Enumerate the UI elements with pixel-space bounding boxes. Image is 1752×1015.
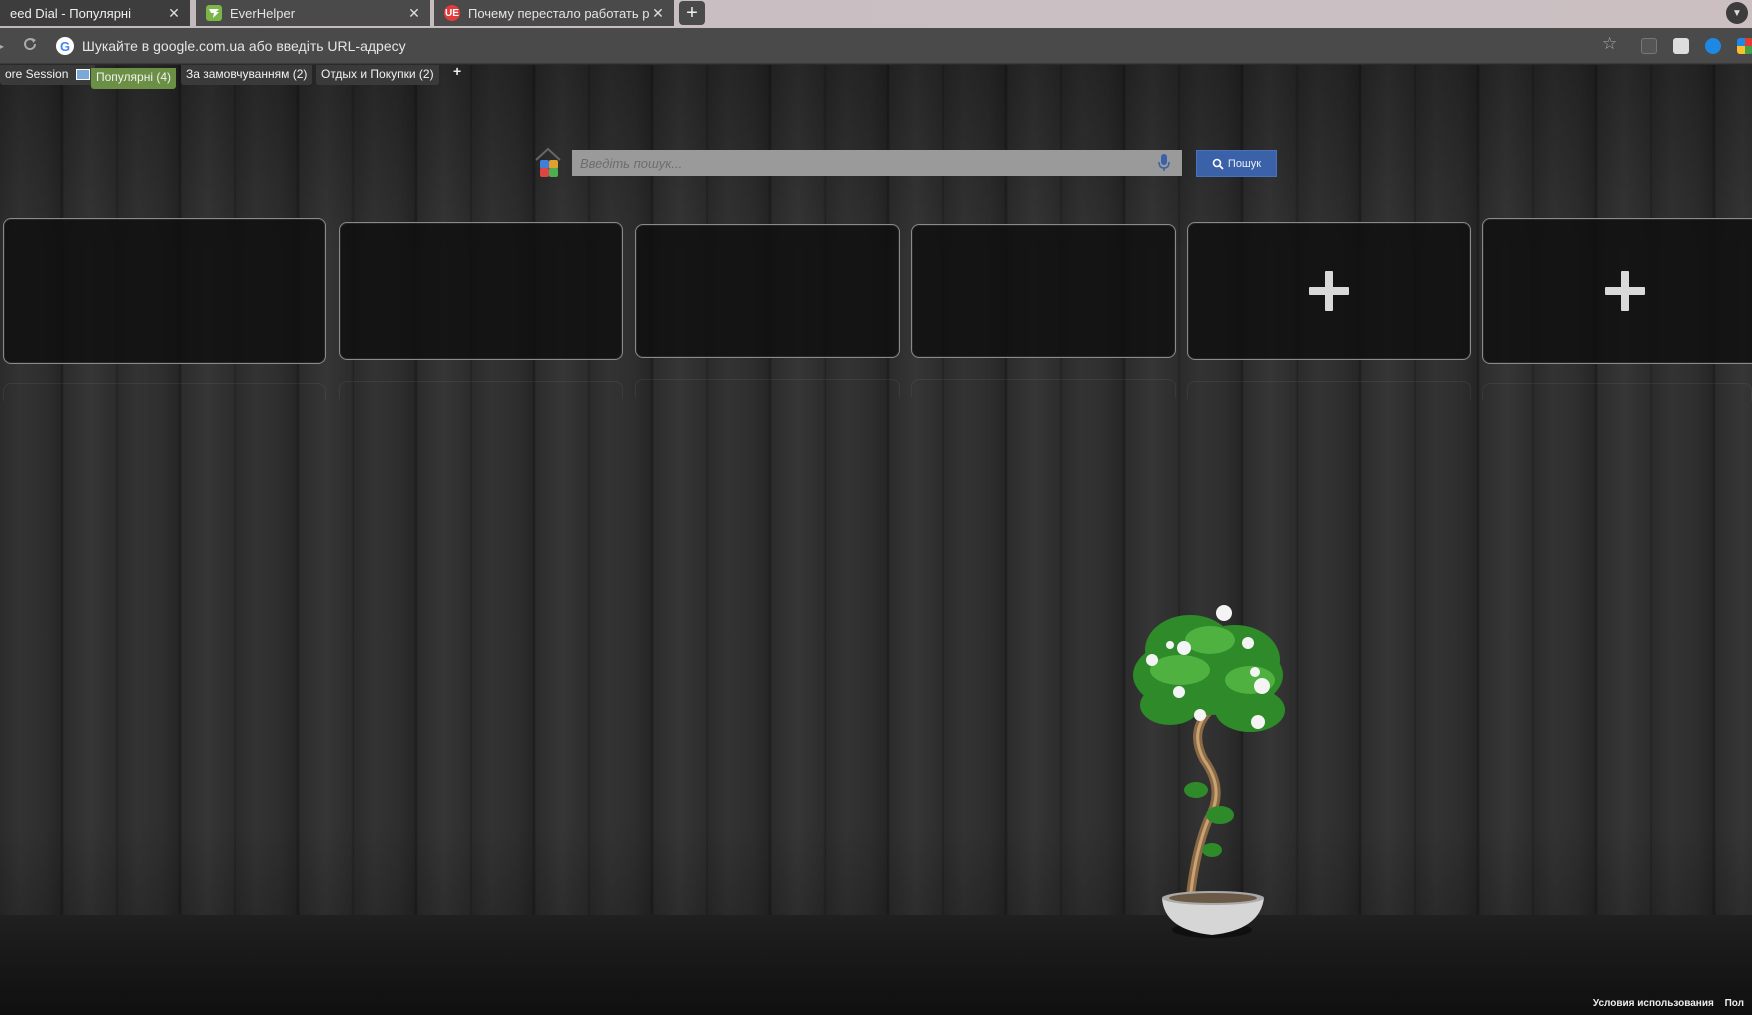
search-icon xyxy=(1212,158,1224,170)
bookmark-star-icon[interactable]: ☆ xyxy=(1602,34,1617,54)
speed-dial-page: ore Session Популярні (4) За замовчуванн… xyxy=(0,65,1752,1015)
group-tab-default[interactable]: За замовчуванням (2) xyxy=(181,65,313,85)
terms-link[interactable]: Условия использования xyxy=(1593,998,1714,1009)
tab-speed-dial[interactable]: eed Dial - Популярні ✕ xyxy=(0,0,190,26)
tab-article[interactable]: UE Почему перестало работать ра ✕ xyxy=(434,0,674,26)
extension-icon[interactable] xyxy=(1641,38,1657,54)
plus-icon xyxy=(1602,268,1648,314)
dial-reflection xyxy=(911,379,1176,397)
floor xyxy=(0,915,1752,1015)
dial-reflection xyxy=(635,379,900,397)
tab-title: Почему перестало работать ра xyxy=(468,5,650,21)
dial-slot[interactable] xyxy=(635,224,900,358)
bonsai-plant-image xyxy=(1133,605,1285,938)
group-label: ore Session xyxy=(5,67,69,81)
reload-icon[interactable] xyxy=(22,36,38,57)
new-tab-button[interactable]: + xyxy=(679,1,705,25)
omnibox-placeholder: Шукайте в google.com.ua або введіть URL-… xyxy=(82,38,406,54)
tab-everhelper[interactable]: EverHelper ✕ xyxy=(196,0,430,26)
group-tab-restore-session[interactable]: ore Session xyxy=(0,65,95,85)
tab-title: EverHelper xyxy=(230,5,296,21)
close-icon[interactable]: ✕ xyxy=(406,5,422,22)
tab-strip: eed Dial - Популярні ✕ EverHelper ✕ UE П… xyxy=(0,0,1752,28)
browser-toolbar: ▸ G Шукайте в google.com.ua або введіть … xyxy=(0,28,1752,64)
dial-reflection xyxy=(3,383,326,401)
add-dial-button[interactable] xyxy=(1187,222,1471,360)
dial-reflection xyxy=(1187,381,1471,399)
extension-icon[interactable] xyxy=(1737,38,1752,54)
dial-slot[interactable] xyxy=(339,222,623,360)
dial-reflection xyxy=(1482,383,1752,401)
privacy-link[interactable]: Пол xyxy=(1725,998,1744,1009)
footer: Условия использования Пол xyxy=(1593,998,1752,1009)
plus-icon xyxy=(1306,268,1352,314)
dial-slot[interactable] xyxy=(3,218,326,364)
google-icon: G xyxy=(56,37,74,55)
search-button-label: Пошук xyxy=(1227,157,1262,170)
extension-icon[interactable] xyxy=(1705,38,1721,54)
search-input[interactable] xyxy=(572,150,1182,176)
close-icon[interactable]: ✕ xyxy=(650,5,666,22)
tab-title: eed Dial - Популярні xyxy=(10,5,131,21)
group-tab-popular[interactable]: Популярні (4) xyxy=(91,68,176,89)
add-dial-button[interactable] xyxy=(1482,218,1752,364)
dial-slot[interactable] xyxy=(911,224,1176,358)
everhelper-icon xyxy=(206,5,222,21)
forward-icon[interactable]: ▸ xyxy=(0,36,4,56)
chevron-down-icon[interactable]: ▼ xyxy=(1726,2,1748,24)
session-icon xyxy=(75,69,90,81)
search-button[interactable]: Пошук xyxy=(1196,150,1277,177)
speed-dial-logo-icon xyxy=(534,147,562,177)
extension-icon[interactable] xyxy=(1673,38,1689,54)
microphone-icon[interactable] xyxy=(1158,154,1170,172)
group-tab-leisure[interactable]: Отдых и Покупки (2) xyxy=(316,65,439,85)
add-group-button[interactable]: + xyxy=(453,65,461,79)
ue-icon: UE xyxy=(444,5,460,21)
omnibox[interactable]: G Шукайте в google.com.ua або введіть UR… xyxy=(56,34,1616,58)
close-icon[interactable]: ✕ xyxy=(166,5,182,22)
dial-reflection xyxy=(339,381,623,399)
